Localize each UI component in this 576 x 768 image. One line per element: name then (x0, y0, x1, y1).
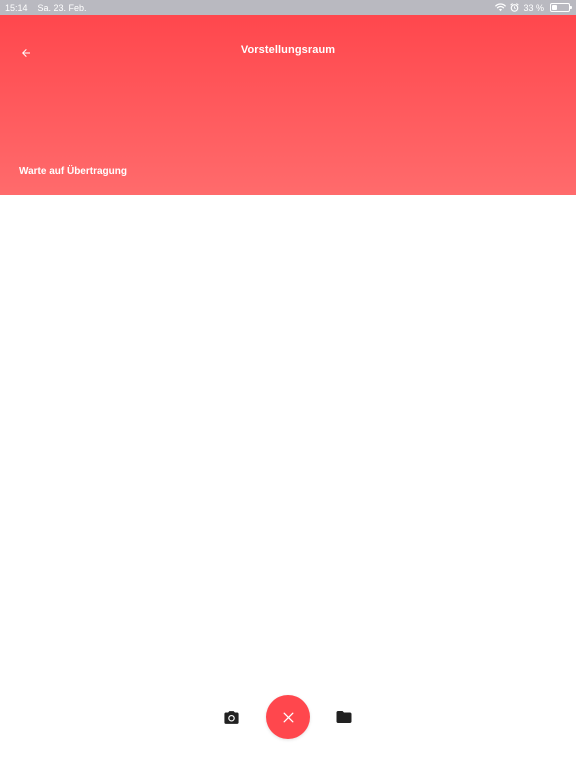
wifi-icon (495, 3, 507, 12)
camera-icon (223, 709, 240, 726)
camera-button[interactable] (219, 705, 243, 729)
battery-level (552, 5, 558, 10)
status-bar-right: 33 % (495, 2, 572, 13)
alarm-icon (510, 3, 520, 12)
status-time: 15:14 (5, 2, 28, 13)
app-header: Vorstellungsraum Warte auf Übertragung (0, 15, 576, 195)
close-icon (282, 711, 295, 724)
bottom-control-bar (0, 693, 576, 741)
end-session-button[interactable] (266, 695, 310, 739)
page-title: Vorstellungsraum (240, 44, 336, 56)
video-content-area (0, 195, 576, 685)
transmission-status: Warte auf Übertragung (19, 166, 127, 177)
battery-icon (550, 3, 572, 12)
status-date: Sa. 23. Feb. (37, 2, 87, 13)
folder-button[interactable] (332, 705, 356, 729)
status-bar: 15:14 Sa. 23. Feb. 33 % (0, 0, 576, 15)
battery-percentage: 33 % (523, 2, 544, 13)
status-bar-left: 15:14 Sa. 23. Feb. (5, 3, 87, 13)
folder-icon (335, 708, 353, 726)
